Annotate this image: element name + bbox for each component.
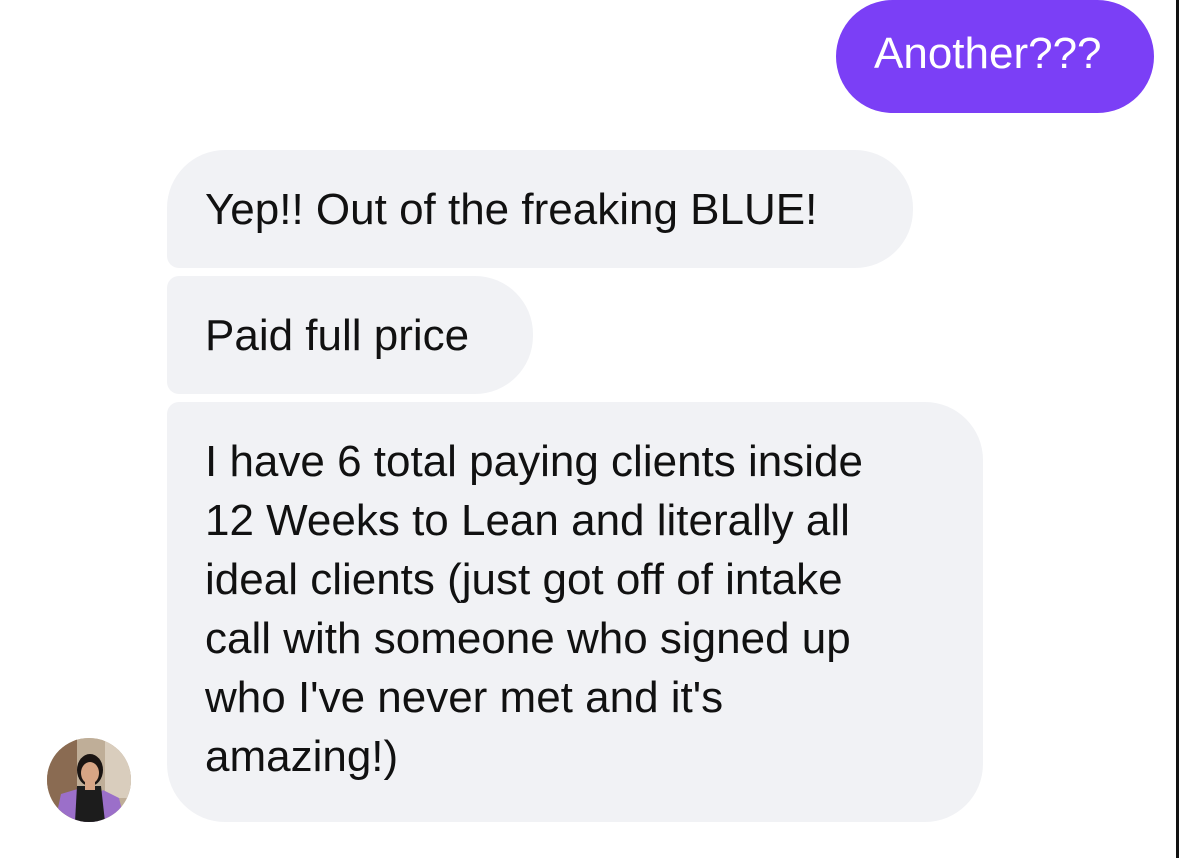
received-message-bubble[interactable]: Paid full price	[167, 276, 533, 394]
message-text-line: amazing!)	[205, 732, 399, 781]
received-message-bubble[interactable]: Yep!! Out of the freaking BLUE!	[167, 150, 913, 268]
message-text-line: I have 6 total paying clients inside	[205, 437, 863, 486]
person-avatar-icon	[47, 738, 131, 822]
message-text-line: call with someone who signed up	[205, 614, 851, 663]
message-text-line: ideal clients (just got off of intake	[205, 555, 843, 604]
message-text-line: 12 Weeks to Lean and literally all	[205, 496, 850, 545]
received-message-bubble[interactable]: I have 6 total paying clients inside 12 …	[167, 402, 983, 822]
sender-avatar[interactable]	[47, 738, 131, 822]
sent-message-bubble[interactable]: Another???	[836, 0, 1154, 113]
message-text-line: who I've never met and it's	[205, 673, 724, 722]
